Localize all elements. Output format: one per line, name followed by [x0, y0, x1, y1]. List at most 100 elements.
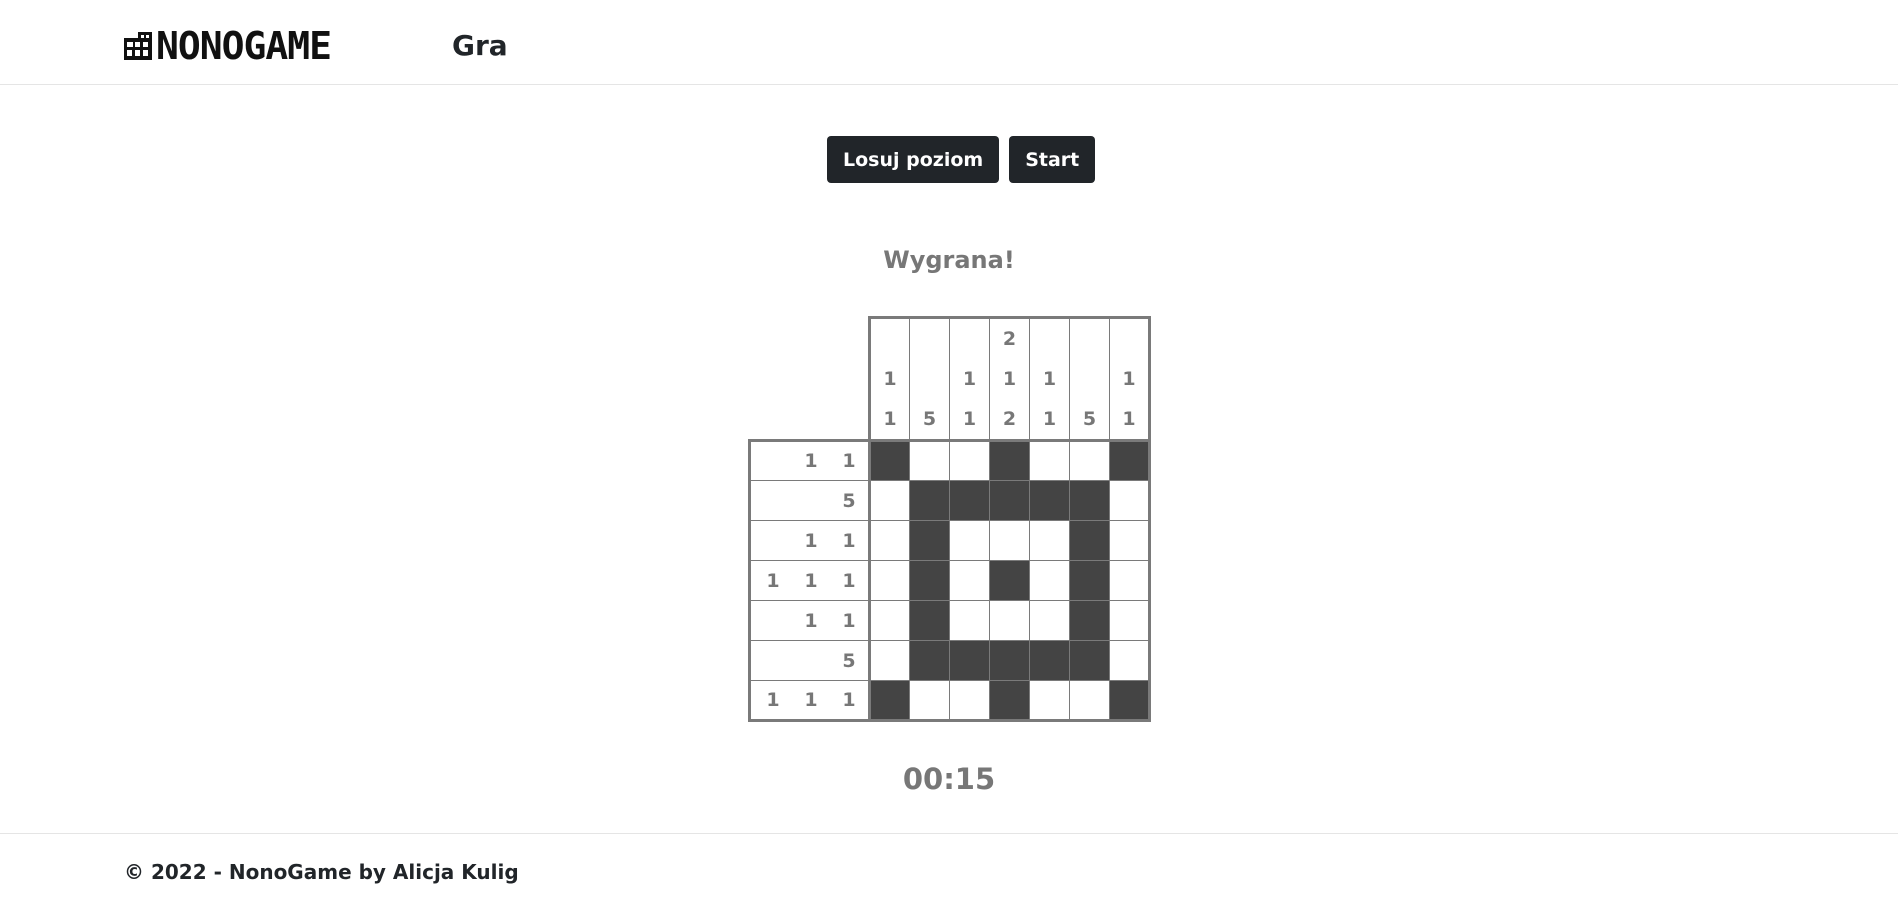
grid-cell-empty[interactable] [1109, 640, 1151, 681]
grid-cell-empty[interactable] [1069, 680, 1110, 722]
grid-cell-filled[interactable] [949, 480, 990, 521]
grid-cell-empty[interactable] [909, 680, 950, 722]
grid-cell-empty[interactable] [868, 640, 910, 681]
grid-cell-empty[interactable] [1109, 600, 1151, 641]
grid-cell-empty[interactable] [1109, 560, 1151, 601]
grid-cell-filled[interactable] [989, 560, 1030, 601]
clue-number: 1 [883, 368, 897, 390]
nonogram-table: 115112121151111511111115111 [748, 316, 1151, 722]
grid-cell-filled[interactable] [909, 560, 950, 601]
random-level-button[interactable]: Losuj poziom [827, 136, 1000, 183]
clue-number: 1 [1122, 368, 1136, 390]
column-clue-6: 5 [1069, 316, 1110, 441]
clue-number: 1 [1042, 368, 1057, 390]
grid-cell-empty[interactable] [868, 560, 910, 601]
clue-number: 1 [962, 408, 977, 430]
grid-cell-empty[interactable] [868, 600, 910, 641]
clue-number: 1 [766, 569, 780, 592]
grid-cell-filled[interactable] [909, 520, 950, 561]
grid-cell-filled[interactable] [868, 439, 910, 481]
game-timer: 00:15 [902, 762, 996, 796]
clue-number: 1 [883, 408, 897, 430]
grid-cell-filled[interactable] [909, 640, 950, 681]
grid-cell-filled[interactable] [909, 600, 950, 641]
grid-cell-empty[interactable] [1029, 680, 1070, 722]
footer: © 2022 - NonoGame by Alicja Kulig [0, 833, 1898, 908]
grid-cell-filled[interactable] [868, 680, 910, 722]
grid-cell-empty[interactable] [909, 439, 950, 481]
grid-cell-empty[interactable] [868, 520, 910, 561]
clue-number: 5 [1082, 408, 1097, 430]
clue-number: 1 [804, 529, 818, 552]
column-clue-1: 11 [868, 316, 910, 441]
grid-cell-empty[interactable] [949, 439, 990, 481]
board-row: 11 [748, 600, 1151, 641]
grid-cell-empty[interactable] [1109, 480, 1151, 521]
column-clue-3: 11 [949, 316, 990, 441]
clue-number: 5 [922, 408, 937, 430]
grid-cell-filled[interactable] [1069, 640, 1110, 681]
grid-cell-empty[interactable] [1029, 439, 1070, 481]
grid-cell-empty[interactable] [1069, 439, 1110, 481]
row-clue-3: 11 [748, 520, 870, 561]
grid-cell-filled[interactable] [1069, 480, 1110, 521]
grid-cell-filled[interactable] [1069, 600, 1110, 641]
game-status: Wygrana! [883, 246, 1015, 274]
grid-cell-filled[interactable] [989, 480, 1030, 521]
clue-number: 1 [842, 689, 856, 711]
column-clue-2: 5 [909, 316, 950, 441]
row-clue-7: 1 1 1 [748, 680, 870, 722]
grid-cell-empty[interactable] [1029, 560, 1070, 601]
board-row: 1 1 1 [748, 560, 1151, 601]
grid-cell-filled[interactable] [1069, 520, 1110, 561]
grid-cell-filled[interactable] [1069, 560, 1110, 601]
clue-number: 1 [1002, 368, 1017, 390]
brand-name: NONOGAME [156, 24, 332, 68]
clue-number: 1 [1042, 408, 1057, 430]
clue-number: 5 [842, 649, 856, 672]
grid-cell-filled[interactable] [989, 680, 1030, 722]
clue-number: 1 [842, 609, 856, 632]
grid-cell-filled[interactable] [909, 480, 950, 521]
grid-cell-empty[interactable] [1029, 520, 1070, 561]
grid-cell-filled[interactable] [1029, 480, 1070, 521]
start-button[interactable]: Start [1009, 136, 1096, 183]
grid-cell-filled[interactable] [1029, 640, 1070, 681]
nav-link-game[interactable]: Gra [452, 26, 508, 66]
grid-cell-empty[interactable] [989, 520, 1030, 561]
grid-cell-empty[interactable] [949, 520, 990, 561]
board-row: 5 [748, 480, 1151, 521]
grid-cell-filled[interactable] [1109, 439, 1151, 481]
nonogram-logo-icon [124, 32, 152, 60]
row-clue-4: 1 1 1 [748, 560, 870, 601]
grid-cell-empty[interactable] [868, 480, 910, 521]
clue-number: 1 [842, 450, 856, 472]
grid-cell-filled[interactable] [949, 640, 990, 681]
clue-number: 1 [962, 368, 977, 390]
brand-logo-link[interactable]: NONOGAME [124, 24, 332, 68]
clue-number: 1 [804, 569, 818, 592]
row-clue-2: 5 [748, 480, 870, 521]
clue-number: 2 [1002, 328, 1017, 350]
grid-cell-filled[interactable] [989, 439, 1030, 481]
grid-cell-empty[interactable] [989, 600, 1030, 641]
grid-cell-filled[interactable] [1109, 680, 1151, 722]
navbar: NONOGAME Gra [0, 0, 1898, 85]
clue-number: 1 [1122, 408, 1136, 430]
column-clue-5: 11 [1029, 316, 1070, 441]
grid-cell-empty[interactable] [949, 680, 990, 722]
grid-cell-empty[interactable] [1109, 520, 1151, 561]
board-row: 11 [748, 520, 1151, 561]
board-row: 11 [748, 439, 1151, 481]
copyright-text: © 2022 - NonoGame by Alicja Kulig [124, 860, 519, 884]
grid-cell-empty[interactable] [949, 600, 990, 641]
clue-number: 1 [804, 689, 818, 711]
column-clue-7: 11 [1109, 316, 1151, 441]
board-row: 1 1 1 [748, 680, 1151, 722]
board-row: 5 [748, 640, 1151, 681]
game-actions: Losuj poziom Start [827, 136, 1105, 183]
grid-cell-filled[interactable] [989, 640, 1030, 681]
grid-cell-empty[interactable] [949, 560, 990, 601]
row-clue-1: 11 [748, 439, 870, 481]
grid-cell-empty[interactable] [1029, 600, 1070, 641]
